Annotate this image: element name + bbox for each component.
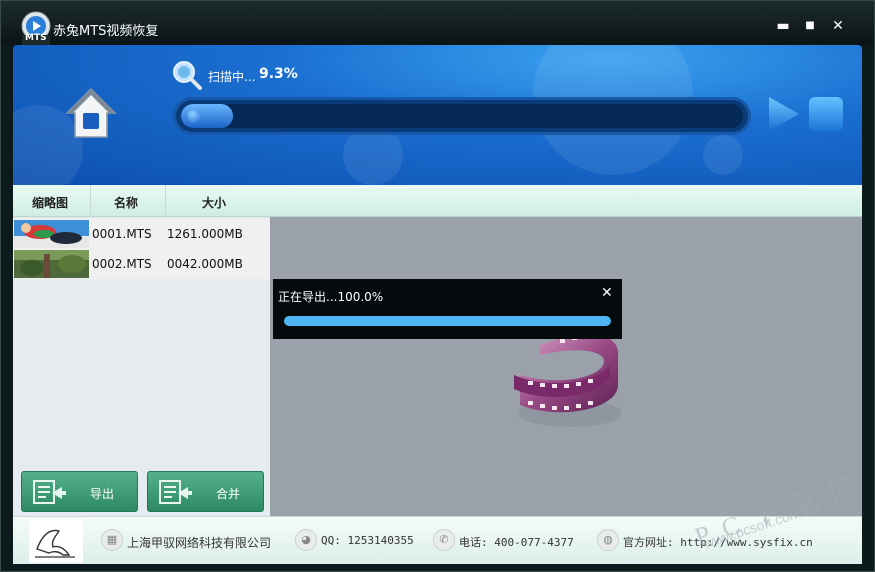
file-name: 0002.MTS: [92, 257, 152, 271]
scan-progress-knob: [187, 109, 201, 123]
file-list-panel: 缩略图 名称 大小 0001.MTS 1261.000MB 0002.MTS 0…: [13, 185, 270, 516]
header-panel: 扫描中... 9.3%: [13, 45, 862, 185]
table-row[interactable]: 0001.MTS 1261.000MB: [13, 219, 270, 249]
globe-icon: ◍: [597, 529, 619, 551]
scan-progress-track: [181, 104, 743, 128]
column-name: 名称: [114, 196, 139, 210]
film-reel-icon: [514, 334, 622, 427]
app-title: 赤兔MTS视频恢复: [53, 24, 159, 39]
minimize-button[interactable]: ▬: [772, 15, 794, 37]
stop-icon[interactable]: [809, 97, 843, 131]
export-progress-fill: [284, 316, 611, 326]
export-icon: [33, 480, 66, 504]
export-button[interactable]: 导出: [21, 471, 138, 512]
video-thumbnail: [14, 250, 89, 278]
export-progress-bar: [284, 316, 611, 326]
close-button[interactable]: ✕: [827, 15, 849, 37]
building-icon: ▦: [101, 529, 123, 551]
export-progress-dialog: 正在导出...100.0% ✕: [273, 279, 622, 339]
merge-button-label: 合并: [216, 487, 241, 501]
column-thumbnail: 缩略图: [32, 196, 69, 210]
qq-icon: ◕: [295, 529, 317, 551]
preview-panel: [270, 185, 862, 516]
column-divider: [90, 185, 91, 217]
title-bar[interactable]: 赤兔MTS视频恢复 MTS ▬ ■ ✕: [1, 1, 874, 45]
merge-button[interactable]: 合并: [147, 471, 264, 512]
column-divider: [165, 185, 166, 217]
magnifier-icon: [173, 61, 202, 90]
file-size: 1261.000MB: [167, 227, 243, 241]
column-size: 大小: [202, 196, 227, 210]
home-icon[interactable]: [63, 85, 119, 141]
scan-percent: 9.3%: [259, 66, 298, 82]
export-progress-title: 正在导出...100.0%: [278, 290, 384, 304]
maximize-button[interactable]: ■: [799, 15, 821, 37]
preview-header: [270, 185, 862, 217]
phone-icon: ✆: [433, 529, 455, 551]
dialog-close-icon[interactable]: ✕: [601, 285, 613, 301]
export-button-label: 导出: [90, 487, 115, 501]
company-logo: [29, 519, 83, 563]
merge-icon: [159, 480, 192, 504]
qq-number: QQ: 1253140355: [321, 534, 414, 547]
decor-bokeh: [703, 135, 743, 175]
file-list-header: 缩略图 名称 大小: [13, 185, 270, 217]
file-size: 0042.000MB: [167, 257, 243, 271]
file-name: 0001.MTS: [92, 227, 152, 241]
scan-progress-bar: [173, 97, 751, 135]
app-logo-text: MTS: [25, 33, 47, 43]
phone-number: 电话: 400-077-4377: [459, 536, 574, 549]
company-name: 上海甲驭网络科技有限公司: [127, 536, 272, 550]
play-icon[interactable]: [767, 95, 801, 133]
app-window: 赤兔MTS视频恢复 MTS ▬ ■ ✕ 扫描中... 9.3% 缩略图 名称 大…: [0, 0, 875, 572]
table-row[interactable]: 0002.MTS 0042.000MB: [13, 249, 270, 279]
scan-status-label: 扫描中...: [208, 70, 256, 84]
video-thumbnail: [14, 220, 89, 248]
